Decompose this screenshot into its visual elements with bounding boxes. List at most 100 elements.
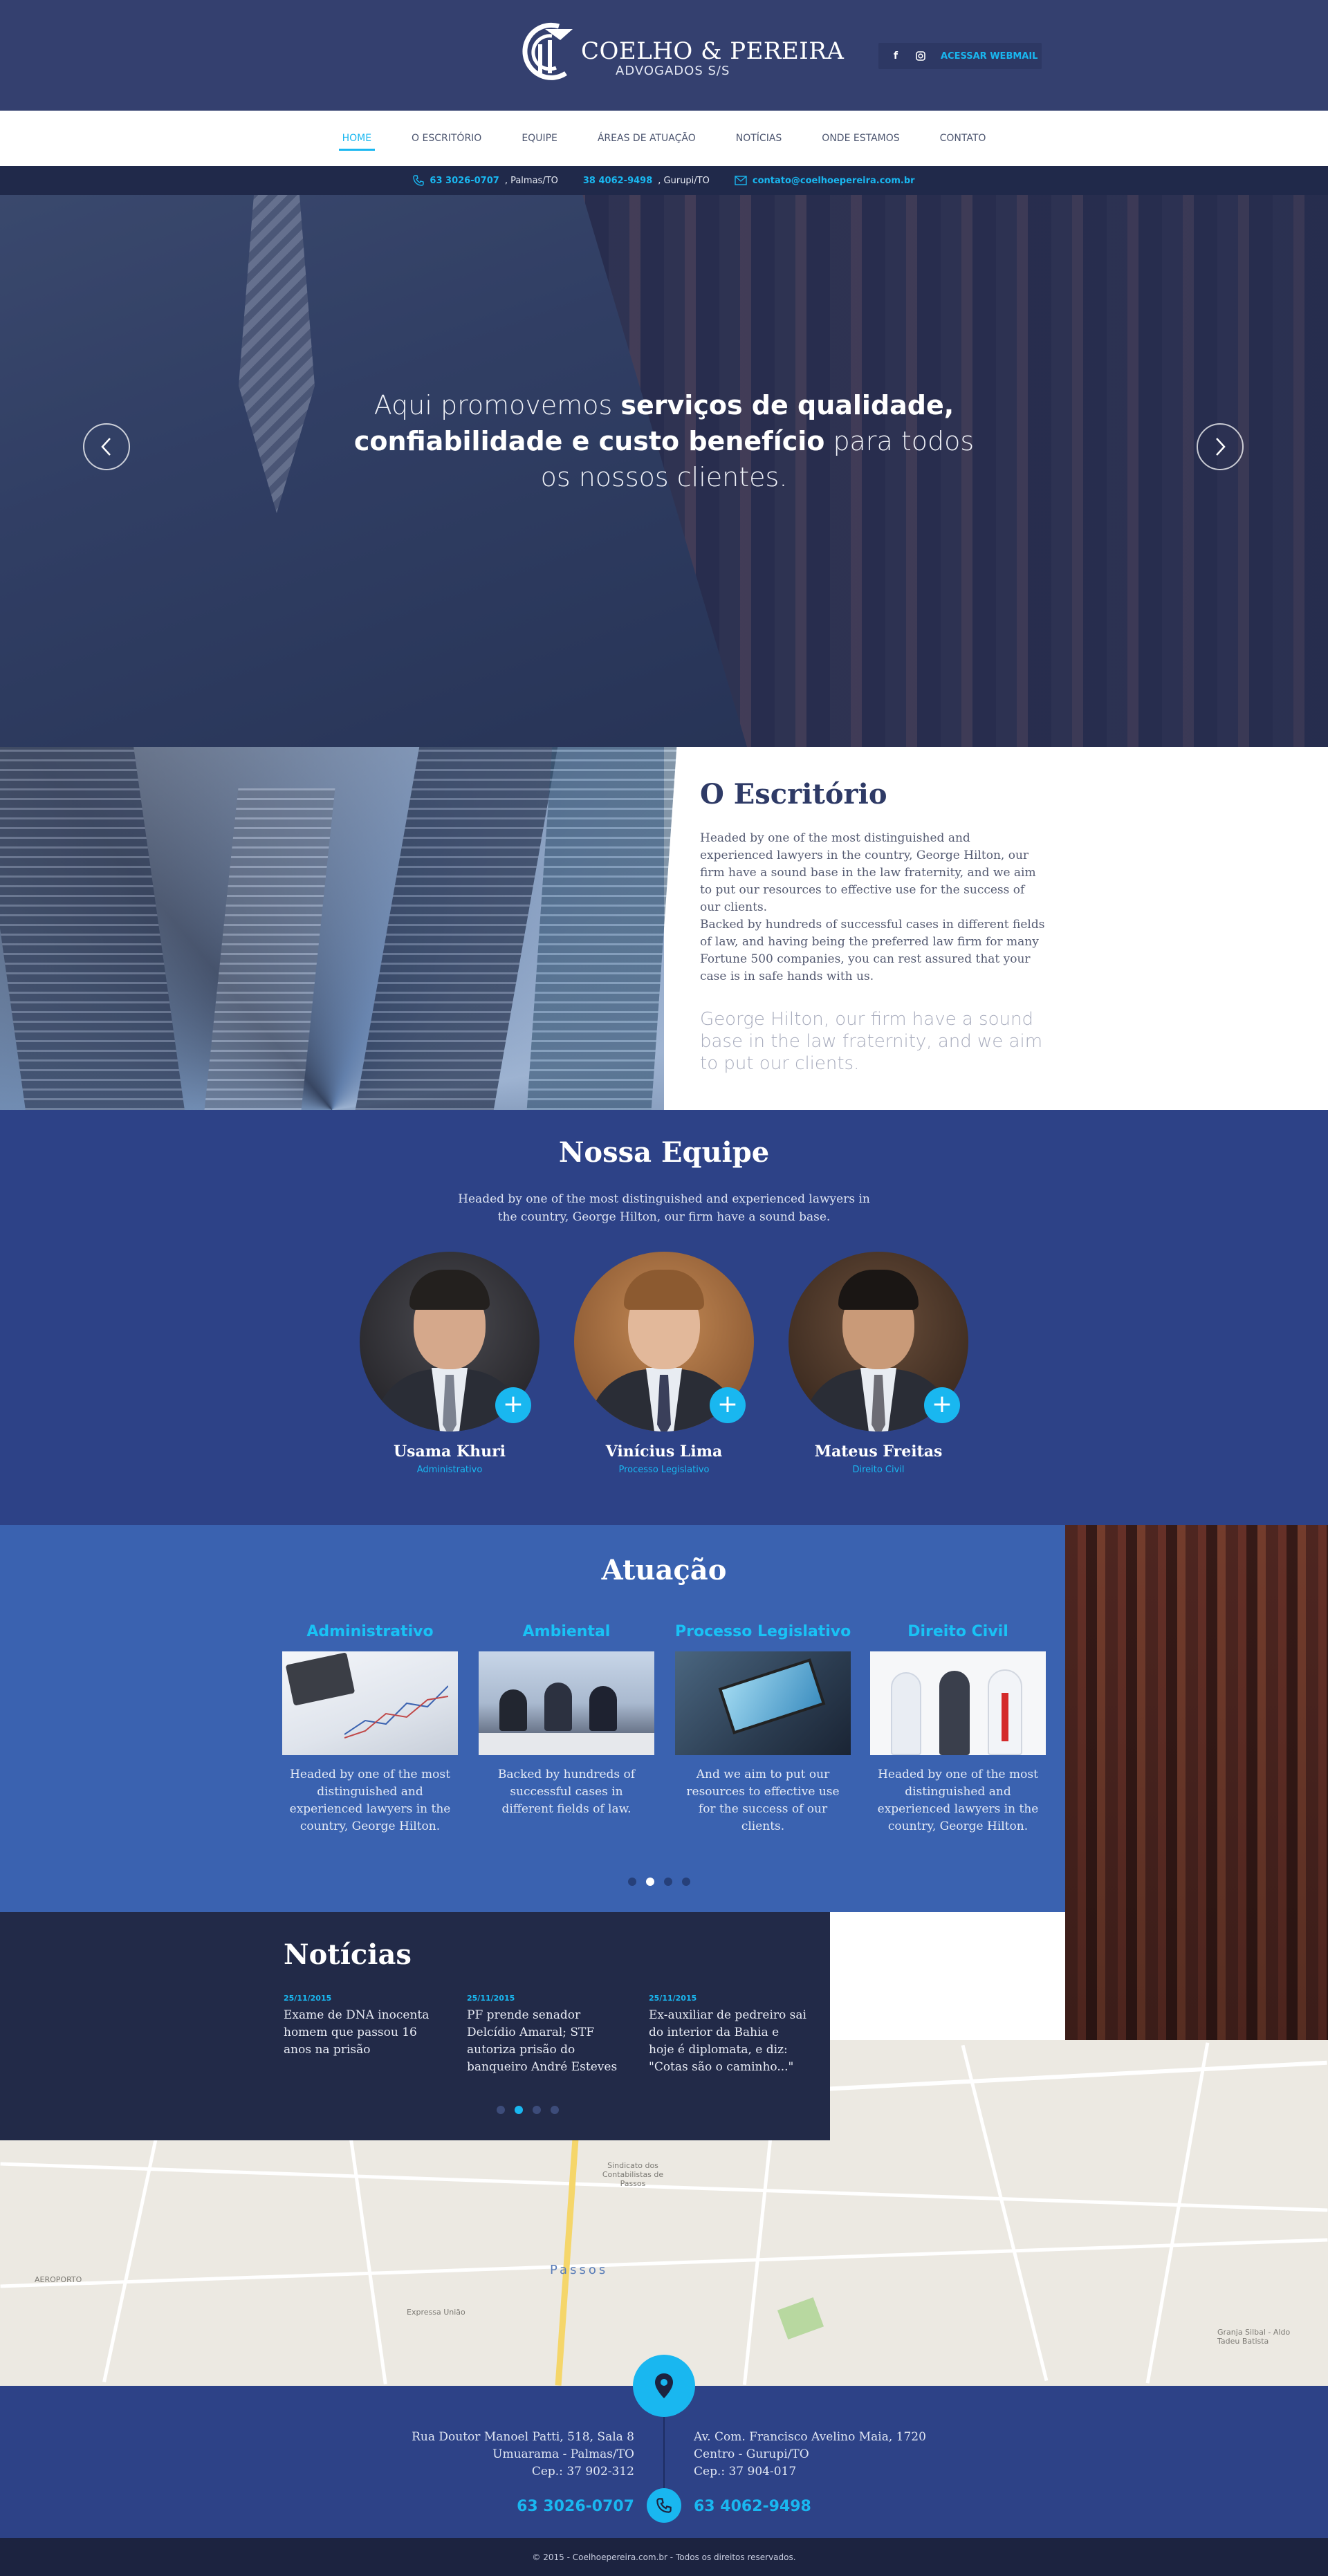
escritorio-title: O Escritório bbox=[700, 778, 887, 810]
pagination-dot[interactable] bbox=[497, 2106, 505, 2114]
webmail-link[interactable]: ACESSAR WEBMAIL bbox=[941, 51, 1038, 62]
hero-slider: Aqui promovemos serviços de qualidade, c… bbox=[0, 195, 1328, 747]
instagram-icon[interactable] bbox=[913, 48, 928, 64]
pagination-dot[interactable] bbox=[551, 2106, 559, 2114]
news-date: 25/11/2015 bbox=[284, 1994, 332, 2003]
logo-name: COELHO & PEREIRA bbox=[581, 37, 845, 65]
news-item[interactable]: 25/11/2015 PF prende senador Delcídio Am… bbox=[467, 1994, 626, 2076]
address-line: Cep.: 37 902-312 bbox=[531, 2465, 634, 2478]
equipe-subtitle: Headed by one of the most distinguished … bbox=[458, 1192, 870, 1224]
pagination-dot[interactable] bbox=[664, 1878, 672, 1886]
map-pin-button[interactable] bbox=[633, 2355, 695, 2417]
facebook-icon[interactable]: f bbox=[888, 48, 903, 64]
logo-subtitle: ADVOGADOS S/S bbox=[616, 64, 730, 78]
phone-palmas[interactable]: 63 3026-0707 bbox=[430, 176, 499, 186]
practice-area-text: And we aim to put our resources to effec… bbox=[686, 1768, 840, 1833]
pagination-dot[interactable] bbox=[533, 2106, 541, 2114]
hero-headline: Aqui promovemos serviços de qualidade, c… bbox=[346, 387, 982, 495]
practice-area-card[interactable]: Direito Civil Headed by one of the most … bbox=[870, 1623, 1046, 1835]
footer-phone-gurupi[interactable]: 63 4062-9498 bbox=[694, 2498, 811, 2515]
webmail-box: f ACESSAR WEBMAIL bbox=[878, 43, 1042, 69]
noticias-pagination bbox=[497, 2106, 559, 2114]
phone-icon bbox=[647, 2488, 681, 2523]
logo-mark-icon bbox=[522, 22, 573, 80]
pagination-dot-active[interactable] bbox=[646, 1878, 654, 1886]
header: COELHO & PEREIRA ADVOGADOS S/S f ACESSAR… bbox=[0, 0, 1328, 111]
chevron-left-icon bbox=[101, 438, 111, 456]
map-label: Expressa União bbox=[407, 2308, 465, 2317]
city-palmas: , Palmas/TO bbox=[504, 175, 558, 186]
atuacao-title: Atuação bbox=[601, 1554, 727, 1586]
map-label: AEROPORTO bbox=[35, 2275, 82, 2284]
address-line: Av. Com. Francisco Avelino Maia, 1720 bbox=[694, 2430, 926, 2444]
practice-area-card[interactable]: Administrativo Headed by one of the most… bbox=[282, 1623, 458, 1835]
atuacao-pagination bbox=[628, 1878, 690, 1886]
escritorio-paragraph-2: Backed by hundreds of successful cases i… bbox=[700, 918, 1045, 983]
envelope-icon bbox=[735, 176, 747, 185]
nav-item-equipe[interactable]: EQUIPE bbox=[501, 111, 578, 166]
practice-area-title[interactable]: Administrativo bbox=[282, 1623, 458, 1640]
practice-area-card[interactable]: Ambiental Backed by hundreds of successf… bbox=[479, 1623, 654, 1818]
address-line: Cep.: 37 904-017 bbox=[694, 2465, 797, 2478]
contact-phones: 63 3026-0707 , Palmas/TO 38 4062-9498 , Gu… bbox=[413, 175, 710, 186]
atuacao-section: Atuação Administrativo Headed by one of … bbox=[0, 1525, 1065, 1912]
slider-next-button[interactable] bbox=[1197, 423, 1244, 470]
address-line: Centro - Gurupi/TO bbox=[694, 2447, 809, 2461]
site-logo[interactable]: COELHO & PEREIRA ADVOGADOS S/S bbox=[517, 19, 844, 86]
practice-area-image bbox=[282, 1651, 458, 1755]
member-name: Mateus Freitas bbox=[814, 1443, 943, 1461]
team-member-card: + Usama Khuri Administrativo bbox=[354, 1252, 541, 1480]
copyright-text: © 2015 - Coelhoepereira.com.br - Todos o… bbox=[532, 2552, 796, 2562]
member-expand-button[interactable]: + bbox=[924, 1387, 960, 1423]
news-date: 25/11/2015 bbox=[467, 1994, 515, 2003]
member-role: Processo Legislativo bbox=[618, 1465, 710, 1475]
pagination-dot[interactable] bbox=[628, 1878, 636, 1886]
member-expand-button[interactable]: + bbox=[495, 1387, 531, 1423]
city-gurupi: , Gurupi/TO bbox=[658, 175, 710, 186]
noticias-section: Notícias 25/11/2015 Exame de DNA inocent… bbox=[0, 1912, 830, 2140]
practice-area-image bbox=[675, 1651, 851, 1755]
nav-item-onde-estamos[interactable]: ONDE ESTAMOS bbox=[802, 111, 919, 166]
contact-bar: 63 3026-0707 , Palmas/TO 38 4062-9498 , Gu… bbox=[0, 166, 1328, 195]
news-item[interactable]: 25/11/2015 Exame de DNA inocenta homem q… bbox=[284, 1994, 443, 2059]
practice-area-title[interactable]: Ambiental bbox=[479, 1623, 654, 1640]
escritorio-quote: George Hilton, our firm have a sound bas… bbox=[700, 1009, 1043, 1074]
member-role: Administrativo bbox=[416, 1465, 483, 1475]
practice-area-image bbox=[870, 1651, 1046, 1755]
equipe-title: Nossa Equipe bbox=[558, 1136, 770, 1169]
nav-item-areas[interactable]: ÁREAS DE ATUAÇÃO bbox=[578, 111, 716, 166]
phone-icon bbox=[413, 175, 425, 186]
news-item[interactable]: 25/11/2015 Ex-auxiliar de pedreiro sai d… bbox=[649, 1994, 808, 2076]
address-palmas: Rua Doutor Manoel Patti, 518, Sala 8 Umu… bbox=[412, 2429, 634, 2481]
member-role: Direito Civil bbox=[852, 1465, 905, 1475]
map-label: Sindicato dos Contabilistas de Passos bbox=[602, 2161, 664, 2188]
footer-phone-palmas[interactable]: 63 3026-0707 bbox=[517, 2498, 634, 2515]
practice-area-card[interactable]: Processo Legislativo And we aim to put o… bbox=[675, 1623, 851, 1835]
address-line: Rua Doutor Manoel Patti, 518, Sala 8 bbox=[412, 2430, 634, 2444]
practice-area-image bbox=[479, 1651, 654, 1755]
nav-item-home[interactable]: HOME bbox=[322, 111, 391, 166]
pagination-dot-active[interactable] bbox=[515, 2106, 523, 2114]
address-gurupi: Av. Com. Francisco Avelino Maia, 1720 Ce… bbox=[694, 2429, 926, 2481]
nav-item-noticias[interactable]: NOTÍCIAS bbox=[716, 111, 802, 166]
pagination-dot[interactable] bbox=[682, 1878, 690, 1886]
main-nav: HOME O ESCRITÓRIO EQUIPE ÁREAS DE ATUAÇÃ… bbox=[0, 111, 1328, 166]
nav-item-contato[interactable]: CONTATO bbox=[920, 111, 1006, 166]
contact-email: contato@coelhoepereira.com.br bbox=[735, 176, 915, 186]
map-city-label: Passos bbox=[550, 2263, 609, 2277]
practice-area-text: Headed by one of the most distinguished … bbox=[877, 1768, 1039, 1833]
equipe-section: Nossa Equipe Headed by one of the most d… bbox=[0, 1110, 1328, 1525]
practice-area-title[interactable]: Processo Legislativo bbox=[675, 1623, 851, 1640]
practice-area-title[interactable]: Direito Civil bbox=[870, 1623, 1046, 1640]
phone-gurupi[interactable]: 38 4062-9498 bbox=[583, 176, 652, 186]
news-headline[interactable]: Exame de DNA inocenta homem que passou 1… bbox=[284, 2007, 443, 2059]
member-name: Vinícius Lima bbox=[605, 1443, 723, 1461]
email-link[interactable]: contato@coelhoepereira.com.br bbox=[753, 176, 915, 186]
news-headline[interactable]: Ex-auxiliar de pedreiro sai do interior … bbox=[649, 2007, 808, 2076]
news-headline[interactable]: PF prende senador Delcídio Amaral; STF a… bbox=[467, 2007, 626, 2076]
escritorio-section: O Escritório Headed by one of the most d… bbox=[0, 747, 1328, 1110]
member-expand-button[interactable]: + bbox=[710, 1387, 746, 1423]
slider-prev-button[interactable] bbox=[83, 423, 130, 470]
nav-item-escritorio[interactable]: O ESCRITÓRIO bbox=[391, 111, 501, 166]
team-member-card: + Vinícius Lima Processo Legislativo bbox=[569, 1252, 755, 1480]
